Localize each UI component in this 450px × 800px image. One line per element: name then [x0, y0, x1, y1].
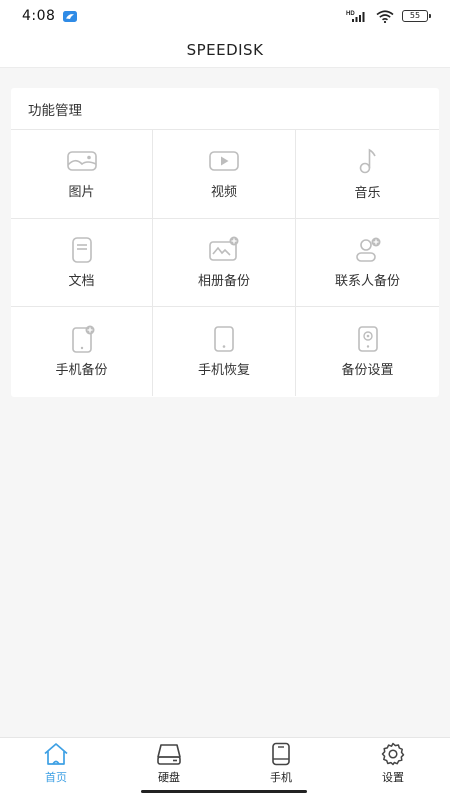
feature-music[interactable]: 音乐: [296, 130, 439, 219]
feature-phone-restore[interactable]: 手机恢复: [153, 307, 296, 396]
contacts-backup-icon: [355, 237, 380, 262]
feature-label: 文档: [68, 273, 95, 289]
page-title: SPEEDISK: [186, 40, 264, 59]
status-bar: 4:08 HD 55: [0, 0, 450, 32]
tab-label: 首页: [45, 771, 67, 784]
phone-backup-icon: [71, 325, 94, 353]
network-label: HD: [346, 11, 355, 17]
feature-label: 备份设置: [341, 362, 394, 378]
album-backup-icon: [209, 236, 239, 261]
feature-label: 手机恢复: [197, 362, 250, 378]
hard-disk-icon: [157, 744, 181, 765]
phone-icon: [272, 742, 290, 766]
tab-settings[interactable]: 设置: [363, 742, 423, 786]
feature-phone-backup[interactable]: 手机备份: [11, 307, 153, 396]
feature-label: 视频: [210, 185, 237, 201]
feature-images[interactable]: 图片: [11, 130, 153, 219]
backup-settings-icon: [357, 325, 378, 352]
feature-album-backup[interactable]: 相册备份: [153, 218, 296, 307]
battery-indicator: 55: [402, 10, 431, 22]
cellular-signal-icon: HD: [346, 11, 365, 22]
image-icon: [66, 151, 97, 172]
tab-phone[interactable]: 手机: [251, 742, 311, 786]
feature-contacts-backup[interactable]: 联系人备份: [296, 219, 439, 307]
feature-backup-settings[interactable]: 备份设置: [296, 307, 439, 396]
home-icon: [44, 743, 68, 765]
feature-grid: 图片 视频 音乐 文档 相册备份 联系人备份 手机备份 手机恢复 备份设置: [11, 130, 439, 396]
video-icon: [209, 151, 239, 172]
feature-label: 手机备份: [55, 362, 108, 378]
tab-home[interactable]: 首页: [26, 742, 86, 786]
app-header: SPEEDISK: [0, 32, 450, 68]
card-title: 功能管理: [28, 102, 82, 119]
feature-label: 相册备份: [197, 273, 250, 289]
gear-icon: [381, 742, 405, 766]
music-icon: [359, 148, 376, 174]
card-header: 功能管理: [11, 88, 439, 130]
tab-label: 硬盘: [158, 771, 180, 784]
status-indicators: HD 55: [346, 9, 431, 23]
feature-videos[interactable]: 视频: [153, 130, 296, 219]
tab-hard-disk[interactable]: 硬盘: [139, 742, 199, 786]
feature-management-card: 功能管理 图片 视频 音乐 文档 相册备份 联系人备份 手机备份 手机恢复 备份…: [11, 88, 439, 397]
tab-label: 手机: [270, 771, 292, 784]
wifi-icon: [376, 9, 394, 23]
home-indicator: [141, 790, 307, 793]
phone-restore-icon: [214, 325, 234, 352]
feature-label: 音乐: [354, 186, 381, 202]
feature-label: 图片: [68, 185, 95, 201]
status-time: 4:08: [22, 8, 56, 24]
tab-label: 设置: [382, 771, 404, 784]
document-icon: [71, 236, 92, 263]
feature-documents[interactable]: 文档: [11, 218, 153, 307]
feature-label: 联系人备份: [334, 273, 400, 289]
app-notification-icon: [63, 10, 78, 22]
